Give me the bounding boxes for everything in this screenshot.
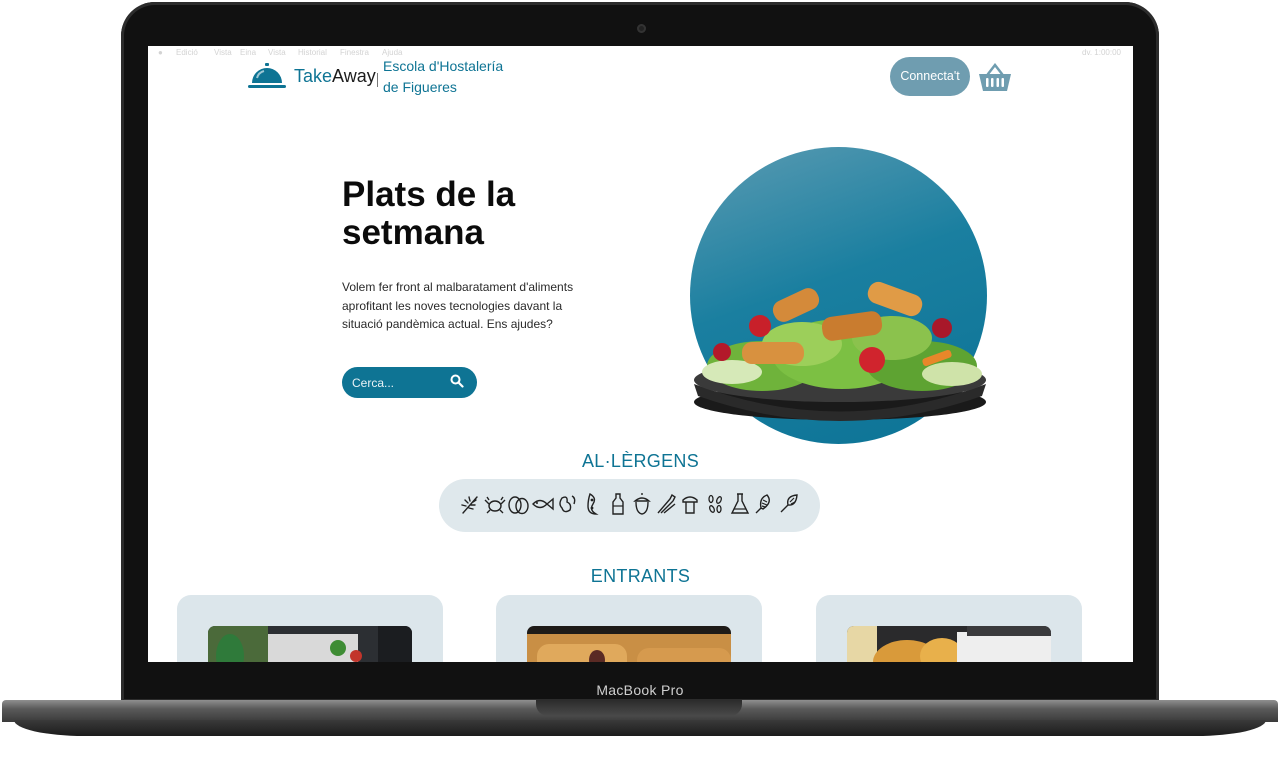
search-icon[interactable] xyxy=(450,374,464,388)
dish-photo xyxy=(847,626,1051,662)
menu-item[interactable]: Vista xyxy=(214,48,232,57)
gluten-icon[interactable] xyxy=(459,492,481,516)
brand-divider xyxy=(377,73,378,87)
brand-take: Take xyxy=(294,66,333,86)
milk-icon[interactable] xyxy=(607,492,629,516)
camera-icon xyxy=(637,24,646,33)
dish-card[interactable] xyxy=(177,595,443,662)
fish-icon[interactable] xyxy=(532,492,554,516)
menu-item[interactable]: Finestra xyxy=(340,48,369,57)
dish-photo xyxy=(527,626,731,662)
soy-icon[interactable] xyxy=(582,492,604,516)
lupin-icon[interactable] xyxy=(753,492,775,516)
menu-item[interactable]: Historial xyxy=(298,48,327,57)
browser-screen: ● Edició Vista Eina Vista Historial Fine… xyxy=(148,46,1133,662)
menu-item[interactable]: Eina xyxy=(240,48,256,57)
peanut-icon[interactable] xyxy=(556,492,578,516)
device-label: MacBook Pro xyxy=(596,682,684,698)
laptop-notch xyxy=(536,700,742,716)
crustaceans-icon[interactable] xyxy=(484,492,506,516)
school-line-1: Escola d'Hostalería xyxy=(383,58,504,74)
apple-icon[interactable]: ● xyxy=(158,48,163,57)
hero-text-line-2: aprofitant les noves tecnologies davant … xyxy=(342,298,563,332)
connect-button[interactable]: Connecta't xyxy=(890,57,970,96)
dish-photo xyxy=(208,626,412,662)
sulphites-icon[interactable] xyxy=(729,492,751,516)
search-box[interactable] xyxy=(342,367,477,398)
laptop-base-bottom xyxy=(14,720,1266,736)
menu-item[interactable]: Vista xyxy=(268,48,286,57)
nuts-icon[interactable] xyxy=(631,492,653,516)
dish-card[interactable] xyxy=(496,595,762,662)
molluscs-icon[interactable] xyxy=(778,492,800,516)
celery-icon[interactable] xyxy=(655,492,677,516)
mustard-icon[interactable] xyxy=(679,492,701,516)
menu-item[interactable]: Edició xyxy=(176,48,198,57)
allergens-title: AL·LÈRGENS xyxy=(581,451,700,471)
hero-title: Plats de la setmana xyxy=(342,175,516,252)
shopping-basket-icon[interactable] xyxy=(978,63,1012,93)
sesame-icon[interactable] xyxy=(704,492,726,516)
menu-bar: ● Edició Vista Eina Vista Historial Fine… xyxy=(148,46,1133,60)
brand-away: Away xyxy=(332,66,376,86)
hero-text-line-1: Volem fer front al malbaratament d'alime… xyxy=(342,280,574,294)
hero-description: Volem fer front al malbaratament d'alime… xyxy=(342,278,582,334)
starters-title: ENTRANTS xyxy=(590,566,691,586)
dish-card[interactable] xyxy=(816,595,1082,662)
school-name: Escola d'Hostalería de Figueres xyxy=(383,56,503,98)
cloche-logo-icon[interactable] xyxy=(248,63,286,91)
school-line-2: de Figueres xyxy=(383,79,457,95)
brand-name[interactable]: TakeAway xyxy=(294,66,376,87)
egg-icon[interactable] xyxy=(507,492,529,516)
search-input[interactable] xyxy=(350,373,446,393)
allergens-bar xyxy=(439,479,820,532)
menu-bar-clock: dv. 1:00:00 xyxy=(1082,48,1121,57)
salad-bowl-image xyxy=(694,281,986,421)
